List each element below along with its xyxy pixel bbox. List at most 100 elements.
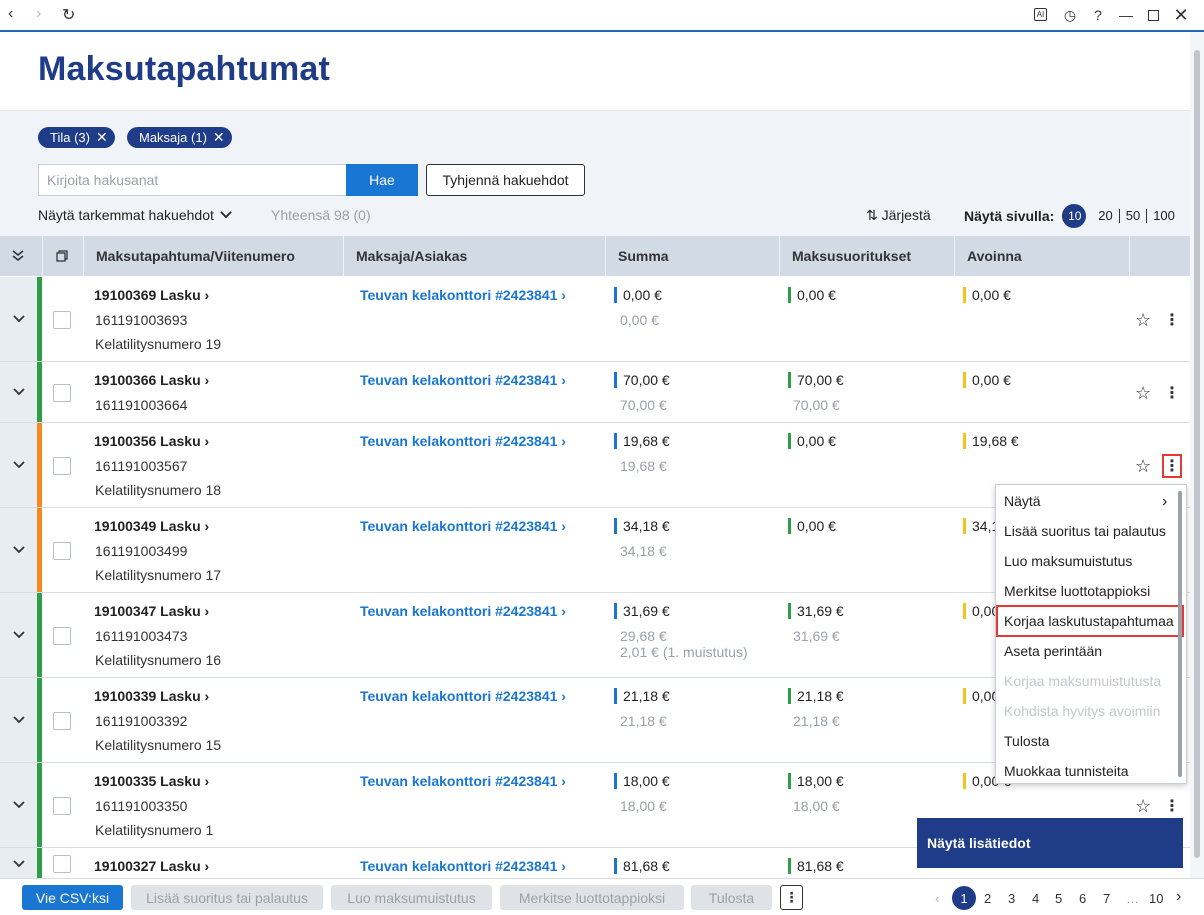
sort-button[interactable]: ⇅ Järjestä (866, 207, 931, 224)
page-1[interactable]: 1 (952, 886, 976, 910)
row-menu-button[interactable]: ⋮ (1162, 794, 1182, 818)
page-3[interactable]: 3 (1008, 891, 1015, 906)
close-icon[interactable]: ✕ (96, 129, 108, 146)
row-checkbox[interactable] (53, 384, 71, 402)
search-button[interactable]: Hae (346, 164, 418, 196)
payer-link[interactable]: Teuvan kelakonttori #2423841 › (360, 372, 566, 388)
row-checkbox[interactable] (53, 855, 71, 873)
header-amount[interactable]: Summa (605, 236, 779, 276)
ai-icon[interactable]: AI (1034, 8, 1047, 21)
create-reminder-button[interactable]: Luo maksumuistutus (331, 885, 492, 910)
payer-link[interactable]: Teuvan kelakonttori #2423841 › (360, 603, 566, 619)
menu-item[interactable]: Tulosta (1004, 733, 1049, 749)
page-5[interactable]: 5 (1055, 891, 1062, 906)
transaction-link[interactable]: 19100356 Lasku › (94, 433, 209, 449)
close-icon[interactable]: ✕ (1172, 5, 1190, 25)
next-page-icon[interactable]: › (1176, 888, 1181, 906)
header-transaction[interactable]: Maksutapahtuma/Viitenumero (83, 236, 343, 276)
page-2[interactable]: 2 (984, 891, 991, 906)
row-checkbox[interactable] (53, 311, 71, 329)
expand-row-button[interactable] (0, 593, 37, 677)
forward-icon[interactable]: › (36, 5, 41, 23)
transaction-link[interactable]: 19100349 Lasku › (94, 518, 209, 534)
maximize-icon[interactable] (1144, 6, 1162, 24)
expand-row-button[interactable] (0, 678, 37, 762)
history-icon[interactable]: ◷ (1061, 6, 1079, 24)
header-payments[interactable]: Maksusuoritukset (779, 236, 954, 276)
search-input[interactable] (38, 164, 347, 196)
expand-row-button[interactable] (0, 423, 37, 507)
filter-chip-tila[interactable]: Tila (3) ✕ (38, 127, 115, 148)
prev-page-icon[interactable]: ‹ (935, 891, 939, 906)
row-menu-button[interactable]: ⋮ (1162, 454, 1182, 478)
menu-item: Kohdista hyvitys avoimiin (1004, 703, 1161, 719)
expand-row-button[interactable] (0, 763, 37, 847)
payer-link[interactable]: Teuvan kelakonttori #2423841 › (360, 858, 566, 874)
transaction-link[interactable]: 19100366 Lasku › (94, 372, 209, 388)
transaction-link[interactable]: 19100347 Lasku › (94, 603, 209, 619)
page-10[interactable]: 10 (1149, 891, 1163, 906)
page-6[interactable]: 6 (1079, 891, 1086, 906)
row-menu-button[interactable]: ⋮ (1162, 381, 1182, 405)
row-checkbox[interactable] (53, 457, 71, 475)
scrollbar-thumb[interactable] (1194, 50, 1200, 858)
add-payment-button[interactable]: Lisää suoritus tai palautus (131, 885, 323, 910)
export-csv-button[interactable]: Vie CSV:ksi (22, 885, 123, 910)
page-4[interactable]: 4 (1032, 891, 1039, 906)
filter-chip-maksaja[interactable]: Maksaja (1) ✕ (127, 127, 232, 148)
transaction-link[interactable]: 19100339 Lasku › (94, 688, 209, 704)
close-icon[interactable]: ✕ (213, 129, 225, 146)
row-menu-button[interactable]: ⋮ (1162, 308, 1182, 332)
menu-item[interactable]: Aseta perintään (1004, 643, 1102, 659)
header-open[interactable]: Avoinna (954, 236, 1129, 276)
expand-row-button[interactable] (0, 508, 37, 592)
payer-link[interactable]: Teuvan kelakonttori #2423841 › (360, 773, 566, 789)
header-payer[interactable]: Maksaja/Asiakas (343, 236, 605, 276)
expand-row-button[interactable] (0, 277, 37, 361)
page-7[interactable]: 7 (1103, 891, 1110, 906)
payer-link[interactable]: Teuvan kelakonttori #2423841 › (360, 287, 566, 303)
table-row[interactable]: 19100369 Lasku › 161191003693 Kelatilitysn… (0, 277, 1190, 362)
expand-row-button[interactable] (0, 362, 37, 422)
row-checkbox[interactable] (53, 542, 71, 560)
menu-item[interactable]: Näytä (1004, 493, 1041, 509)
select-all-icon[interactable] (42, 236, 83, 276)
row-checkbox[interactable] (53, 712, 71, 730)
per-page-option-100[interactable]: 100 (1146, 209, 1181, 223)
star-icon[interactable]: ☆ (1135, 383, 1151, 404)
expand-row-button[interactable] (0, 848, 37, 879)
more-actions-button[interactable]: ⋮ (780, 885, 803, 910)
show-more-info-button[interactable]: Näytä lisätiedot (917, 818, 1183, 868)
menu-item[interactable]: Muokkaa tunnisteita (1004, 763, 1129, 779)
help-icon[interactable]: ? (1089, 6, 1107, 24)
menu-item[interactable]: Lisää suoritus tai palautus (1004, 523, 1166, 539)
page-scrollbar[interactable] (1190, 32, 1204, 878)
menu-item[interactable]: Luo maksumuistutus (1004, 553, 1132, 569)
print-button[interactable]: Tulosta (691, 885, 772, 910)
menu-item[interactable]: Merkitse luottotappioksi (1004, 583, 1150, 599)
star-icon[interactable]: ☆ (1135, 796, 1151, 817)
menu-scrollbar[interactable] (1178, 491, 1182, 777)
row-checkbox[interactable] (53, 627, 71, 645)
reload-icon[interactable]: ↻ (62, 5, 75, 25)
row-checkbox[interactable] (53, 797, 71, 815)
per-page-option-50[interactable]: 50 (1118, 209, 1146, 223)
amount-breakdown: 19,68 € (620, 458, 667, 474)
payer-link[interactable]: Teuvan kelakonttori #2423841 › (360, 518, 566, 534)
star-icon[interactable]: ☆ (1135, 456, 1151, 477)
clear-filters-button[interactable]: Tyhjennä hakuehdot (426, 164, 585, 196)
per-page-option-20[interactable]: 20 (1092, 209, 1118, 223)
back-icon[interactable]: ‹ (8, 5, 13, 23)
star-icon[interactable]: ☆ (1135, 310, 1151, 331)
payer-link[interactable]: Teuvan kelakonttori #2423841 › (360, 433, 566, 449)
mark-credit-loss-button[interactable]: Merkitse luottotappioksi (500, 885, 684, 910)
expand-all-icon[interactable] (0, 236, 42, 276)
table-row[interactable]: 19100366 Lasku › 161191003664 Teuvan kelak… (0, 362, 1190, 423)
minimize-icon[interactable]: — (1117, 6, 1135, 24)
advanced-search-toggle[interactable]: Näytä tarkemmat hakuehdot (38, 207, 232, 223)
payer-link[interactable]: Teuvan kelakonttori #2423841 › (360, 688, 566, 704)
per-page-option-10[interactable]: 10 (1062, 204, 1087, 228)
transaction-link[interactable]: 19100369 Lasku › (94, 287, 209, 303)
transaction-link[interactable]: 19100335 Lasku › (94, 773, 209, 789)
transaction-link[interactable]: 19100327 Lasku › (94, 858, 209, 874)
